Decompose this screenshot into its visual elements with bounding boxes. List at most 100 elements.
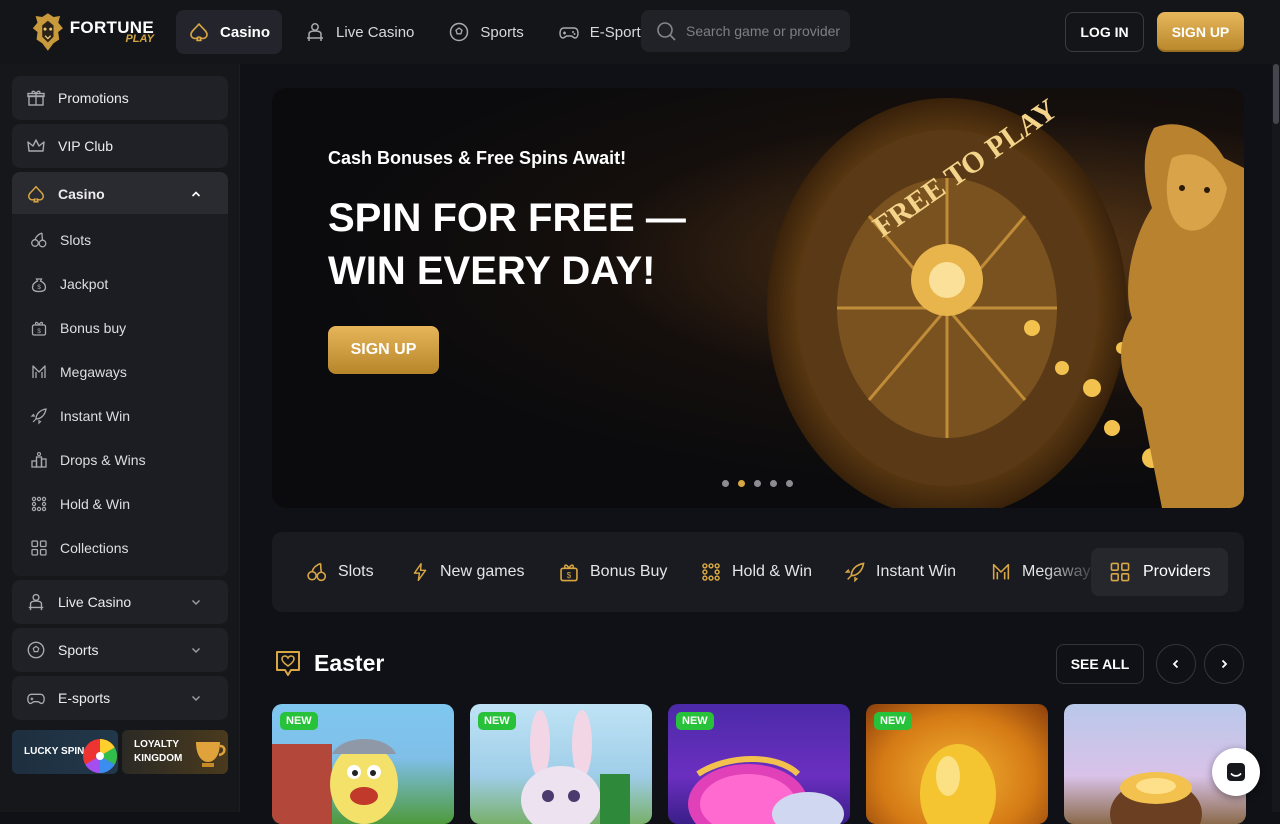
hero-title: SPIN FOR FREE — WIN EVERY DAY! — [328, 192, 748, 298]
cherries-icon — [31, 232, 47, 248]
megaways-icon — [992, 563, 1010, 580]
rocket-icon — [844, 562, 865, 583]
sidebar-subitem-label: Jackpot — [60, 276, 109, 292]
section-title-text: Easter — [314, 649, 385, 676]
spade-icon — [27, 185, 45, 203]
hero-subtitle: Cash Bonuses & Free Spins Await! — [328, 148, 627, 168]
category-instant-win[interactable]: Instant Win — [844, 532, 956, 612]
sidebar-subitem-label: Drops & Wins — [60, 452, 146, 468]
sidebar-subitem-label: Slots — [60, 232, 92, 248]
chat-bubble-icon — [1227, 763, 1245, 781]
nav-casino-label: Casino — [220, 23, 271, 41]
fortune-wheel-illustration: FREE TO PLAY — [767, 93, 1244, 508]
new-badge: NEW — [874, 712, 912, 730]
sidebar-subitem-jackpot[interactable]: $ Jackpot — [30, 270, 108, 298]
carousel-dot-4[interactable] — [770, 480, 777, 487]
money-bag-icon: $ — [31, 278, 47, 293]
category-label: Hold & Win — [732, 563, 813, 580]
signup-button[interactable]: SIGN UP — [1157, 12, 1244, 52]
category-label: Bonus Buy — [590, 563, 668, 580]
new-badge: NEW — [478, 712, 516, 730]
search-placeholder: Search game or provider — [686, 23, 841, 39]
sidebar-subitem-hold-win[interactable]: Hold & Win — [30, 490, 130, 518]
providers-button[interactable]: Providers — [1091, 548, 1228, 596]
chevron-down-icon[interactable] — [190, 644, 202, 656]
trophy-cup-icon — [196, 742, 226, 767]
grid-squares-icon — [31, 540, 47, 556]
prev-arrow-button[interactable] — [1156, 644, 1196, 684]
dealer-icon — [307, 23, 324, 41]
sidebar-subitem-label: Megaways — [60, 364, 127, 380]
sidebar-subitem-label: Hold & Win — [60, 496, 131, 512]
top-header: FORTUNE PLAY Casino Live Casino Sports E… — [0, 0, 1280, 64]
podium-icon — [31, 451, 47, 468]
sidebar-item-live-casino[interactable]: Live Casino — [12, 580, 228, 624]
chevron-down-icon[interactable] — [190, 692, 202, 704]
sidebar-item-esports[interactable]: E-sports — [12, 676, 228, 720]
sidebar-subitem-slots[interactable]: Slots — [30, 226, 91, 254]
sidebar-subitem-drops-wins[interactable]: Drops & Wins — [30, 446, 146, 474]
see-all-button[interactable]: SEE ALL — [1056, 644, 1144, 684]
category-new-games[interactable]: New games — [410, 532, 524, 612]
login-button[interactable]: LOG IN — [1065, 12, 1144, 52]
sidebar-subitem-label: Collections — [60, 540, 129, 556]
chevron-up-icon[interactable] — [190, 188, 202, 200]
game-card-4[interactable]: NEW — [866, 704, 1048, 824]
chevron-down-icon[interactable] — [190, 596, 202, 608]
lucky-spin-label: LUCKY SPIN — [24, 746, 85, 757]
game-card-3[interactable]: NEW — [668, 704, 850, 824]
hero-signup-button[interactable]: SIGN UP — [328, 326, 439, 374]
category-label: New games — [440, 563, 525, 580]
lion-logo-icon — [32, 13, 63, 51]
nav-esports-label: E-Sports — [589, 23, 649, 41]
game-card-2[interactable]: NEW — [470, 704, 652, 824]
sidebar-subitem-instant-win[interactable]: Instant Win — [30, 402, 130, 430]
next-arrow-button[interactable] — [1204, 644, 1244, 684]
category-bar: Slots New games $ Bonus Buy Hold & Win I… — [272, 532, 1244, 612]
loyalty-kingdom-tile[interactable]: LOYALTY KINGDOM — [122, 730, 228, 774]
svg-text:$: $ — [37, 284, 41, 291]
casino-submenu: Slots $ Jackpot $ Bonus buy Megaways Ins… — [12, 214, 228, 576]
carousel-dot-3[interactable] — [754, 480, 761, 487]
lucky-spin-tile[interactable]: LUCKY SPIN — [12, 730, 118, 774]
category-slots[interactable]: Slots — [306, 532, 374, 612]
rocket-icon — [30, 408, 47, 425]
nav-casino[interactable]: Casino — [176, 10, 283, 54]
sidebar-item-vip[interactable]: VIP Club — [12, 124, 228, 168]
sidebar-item-casino[interactable]: Casino — [12, 172, 228, 216]
sidebar-subitem-megaways[interactable]: Megaways — [30, 358, 127, 386]
chevron-right-icon — [1221, 659, 1228, 669]
nav-sports[interactable]: Sports — [436, 10, 535, 54]
carousel-dot-2[interactable] — [738, 480, 745, 487]
page-scrollbar[interactable] — [1272, 64, 1280, 812]
sidebar-item-sports[interactable]: Sports — [12, 628, 228, 672]
hero-title-line-1: SPIN FOR FREE — — [328, 196, 686, 240]
hero-banner[interactable]: FREE TO PLAY Cash Bonuses & Free Spins A… — [272, 88, 1244, 508]
sidebar-item-label: Casino — [58, 186, 105, 202]
dots-grid-icon — [702, 563, 720, 581]
search-input[interactable]: Search game or provider — [641, 10, 850, 52]
sidebar-subitem-collections[interactable]: Collections — [30, 534, 128, 562]
soccer-ball-icon — [450, 22, 469, 42]
sidebar-item-label: Live Casino — [58, 594, 132, 610]
game-card-1[interactable]: NEW — [272, 704, 454, 824]
sidebar-subitem-bonus-buy[interactable]: $ Bonus buy — [30, 314, 126, 342]
spade-icon — [190, 23, 208, 42]
brand-logo[interactable]: FORTUNE PLAY — [30, 10, 154, 54]
sidebar-item-label: Sports — [58, 642, 99, 658]
prize-wheel-icon — [83, 739, 117, 773]
nav-live-casino[interactable]: Live Casino — [292, 10, 426, 54]
category-bonus-buy[interactable]: $ Bonus Buy — [558, 532, 667, 612]
gamepad-icon — [27, 693, 45, 705]
chat-support-button[interactable] — [1212, 748, 1260, 796]
megaways-icon — [32, 365, 46, 378]
carousel-dot-1[interactable] — [722, 480, 729, 487]
sidebar-item-promotions[interactable]: Promotions — [12, 76, 228, 120]
hero-title-line-2: WIN EVERY DAY! — [328, 249, 656, 293]
scrollbar-thumb[interactable] — [1273, 64, 1279, 124]
section-title: Easter — [274, 648, 384, 678]
providers-label: Providers — [1143, 563, 1211, 580]
loyalty-label-1: LOYALTY — [134, 739, 180, 750]
category-hold-win[interactable]: Hold & Win — [700, 532, 812, 612]
carousel-dot-5[interactable] — [786, 480, 793, 487]
